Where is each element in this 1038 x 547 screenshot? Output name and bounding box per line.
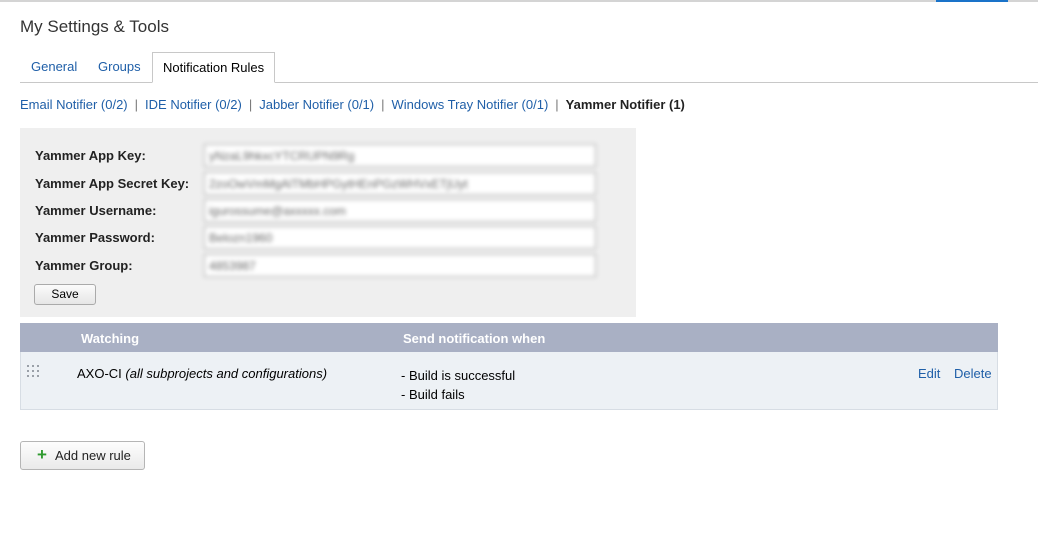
project-name: AXO-CI	[77, 366, 122, 381]
nav-separator: |	[248, 97, 253, 112]
edit-rule-link[interactable]: Edit	[918, 366, 940, 381]
project-scope: (all subprojects and configurations)	[125, 366, 328, 381]
ide-notifier-link[interactable]: IDE Notifier (0/2)	[145, 97, 242, 112]
tab-notification-rules[interactable]: Notification Rules	[152, 52, 276, 83]
top-accent-bar	[936, 0, 1008, 2]
settings-tabs: General Groups Notification Rules	[20, 52, 1038, 83]
table-row: AXO-CI (all subprojects and configuratio…	[20, 352, 998, 410]
tab-general[interactable]: General	[31, 57, 77, 82]
tab-groups[interactable]: Groups	[98, 57, 141, 82]
password-input[interactable]	[204, 226, 596, 249]
table-header: Watching Send notification when	[20, 323, 998, 352]
save-button[interactable]: Save	[34, 284, 96, 305]
notifier-nav: Email Notifier (0/2) | IDE Notifier (0/2) |…	[20, 97, 685, 112]
notification-events: - Build is successful - Build fails	[401, 366, 515, 404]
username-input[interactable]	[204, 199, 596, 222]
username-label: Yammer Username:	[35, 203, 157, 218]
nav-separator: |	[555, 97, 559, 112]
password-label: Yammer Password:	[35, 230, 155, 245]
yammer-settings-panel: Yammer App Key: Yammer App Secret Key: Y…	[20, 128, 636, 317]
drag-handle-icon[interactable]	[27, 365, 41, 377]
jabber-notifier-link[interactable]: Jabber Notifier (0/1)	[259, 97, 374, 112]
notification-rules-table: Watching Send notification when AXO-CI (…	[20, 323, 998, 410]
nav-separator: |	[134, 97, 139, 112]
yammer-notifier-current: Yammer Notifier (1)	[565, 97, 685, 112]
watching-header: Watching	[81, 331, 140, 346]
app-key-input[interactable]	[204, 144, 596, 167]
windows-tray-notifier-link[interactable]: Windows Tray Notifier (0/1)	[392, 97, 549, 112]
delete-rule-link[interactable]: Delete	[954, 366, 992, 381]
add-new-rule-button[interactable]: + Add new rule	[20, 441, 145, 470]
group-label: Yammer Group:	[35, 258, 133, 273]
event-build-successful: - Build is successful	[401, 368, 516, 383]
email-notifier-link[interactable]: Email Notifier (0/2)	[20, 97, 128, 112]
plus-icon: +	[37, 445, 47, 464]
page-title: My Settings & Tools	[20, 17, 169, 36]
event-build-fails: - Build fails	[401, 387, 465, 402]
nav-separator: |	[381, 97, 385, 112]
watched-project: AXO-CI (all subprojects and configuratio…	[77, 366, 327, 381]
group-input[interactable]	[204, 254, 596, 277]
app-key-label: Yammer App Key:	[35, 148, 146, 163]
send-when-header: Send notification when	[403, 331, 546, 346]
app-secret-key-input[interactable]	[204, 172, 596, 195]
top-border	[0, 0, 1038, 2]
add-new-rule-label: Add new rule	[55, 448, 131, 463]
app-secret-key-label: Yammer App Secret Key:	[35, 176, 190, 191]
